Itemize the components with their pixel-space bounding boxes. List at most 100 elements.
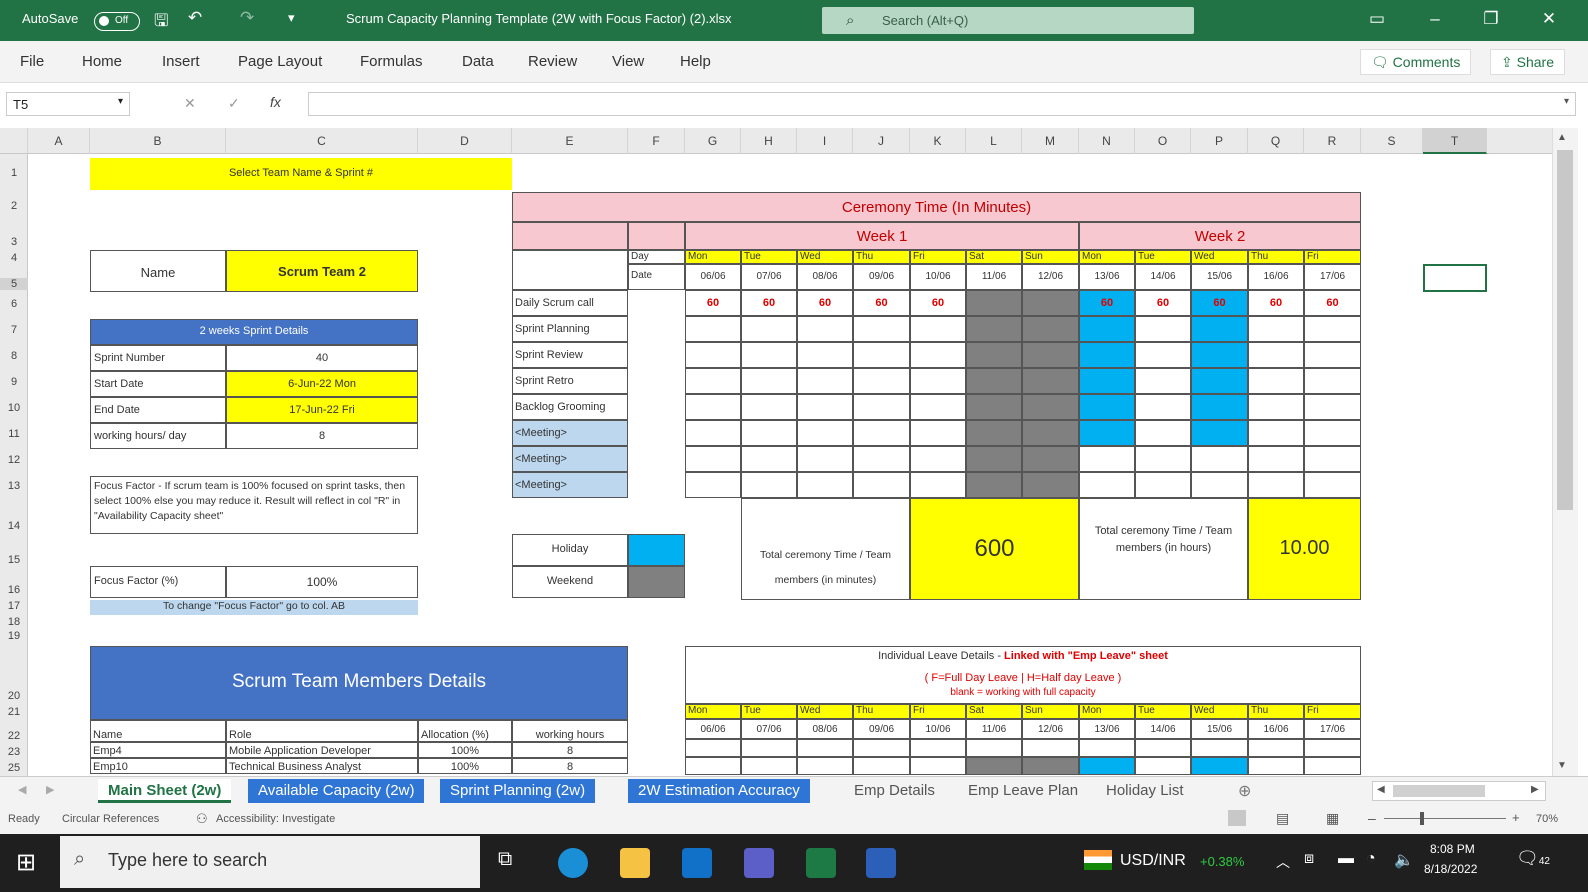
vertical-scrollbar[interactable]: ▲ ▼ <box>1552 128 1578 776</box>
sprint-number-value[interactable]: 40 <box>226 345 418 371</box>
row-header[interactable]: 21 <box>0 706 28 718</box>
edge-icon[interactable] <box>558 848 588 878</box>
ceremony-cell[interactable] <box>1304 368 1361 394</box>
tab-formulas[interactable]: Formulas <box>360 53 423 70</box>
ceremony-cell[interactable] <box>910 394 966 420</box>
tab-scroll-right-icon[interactable]: ▶ <box>46 783 54 796</box>
member-hours[interactable]: 8 <box>512 758 628 774</box>
ceremony-cell[interactable] <box>685 316 741 342</box>
row-header[interactable]: 12 <box>0 454 28 466</box>
ceremony-cell[interactable] <box>1191 446 1248 472</box>
row-header[interactable]: 15 <box>0 554 28 566</box>
undo-icon[interactable]: ↶ <box>188 8 202 28</box>
leave-cell[interactable] <box>797 739 853 757</box>
ceremony-cell[interactable] <box>853 342 910 368</box>
ceremony-cell[interactable] <box>1248 394 1304 420</box>
sheet-tab-sprint-planning[interactable]: Sprint Planning (2w) <box>440 779 596 803</box>
ceremony-cell[interactable]: 60 <box>1079 290 1135 316</box>
row-header[interactable]: 22 <box>0 730 28 742</box>
sheet-tab-emp-leave-plan[interactable]: Emp Leave Plan <box>958 779 1088 803</box>
tab-review[interactable]: Review <box>528 53 577 70</box>
zoom-slider-thumb[interactable] <box>1420 812 1424 825</box>
tray-app-icon[interactable]: ⧈ <box>1304 850 1314 868</box>
ceremony-cell[interactable] <box>1079 368 1135 394</box>
column-header[interactable]: E <box>512 128 628 154</box>
ceremony-cell[interactable] <box>741 316 797 342</box>
leave-cell[interactable] <box>1135 739 1191 757</box>
column-header[interactable]: R <box>1304 128 1361 154</box>
ceremony-cell[interactable] <box>1304 446 1361 472</box>
hscroll-thumb[interactable] <box>1393 785 1485 797</box>
add-sheet-icon[interactable]: ⊕ <box>1238 781 1251 801</box>
ceremony-cell[interactable] <box>910 472 966 498</box>
leave-cell[interactable] <box>1079 757 1135 775</box>
member-allocation[interactable]: 100% <box>418 742 512 758</box>
ceremony-cell[interactable] <box>1191 394 1248 420</box>
ceremony-cell[interactable]: 60 <box>741 290 797 316</box>
zoom-out-icon[interactable]: – <box>1368 810 1376 826</box>
ceremony-cell[interactable] <box>1135 342 1191 368</box>
column-header[interactable]: C <box>226 128 418 154</box>
leave-cell[interactable] <box>966 757 1022 775</box>
sheet-tab-main-sheet[interactable]: Main Sheet (2w) <box>98 779 232 803</box>
column-header[interactable]: I <box>797 128 853 154</box>
team-name-value[interactable]: Scrum Team 2 <box>226 250 418 292</box>
ceremony-cell[interactable] <box>1022 290 1079 316</box>
ceremony-cell[interactable] <box>1191 368 1248 394</box>
word-icon[interactable] <box>866 848 896 878</box>
ceremony-cell[interactable]: 60 <box>1191 290 1248 316</box>
currency-label[interactable]: USD/INR <box>1120 852 1186 870</box>
leave-cell[interactable] <box>1191 757 1248 775</box>
leave-cell[interactable] <box>1248 757 1304 775</box>
ceremony-cell[interactable] <box>1079 342 1135 368</box>
ceremony-cell[interactable] <box>1135 472 1191 498</box>
start-date-value[interactable]: 6-Jun-22 Mon <box>226 371 418 397</box>
ceremony-cell[interactable] <box>1079 394 1135 420</box>
ceremony-cell[interactable] <box>797 368 853 394</box>
sheet-tab-emp-details[interactable]: Emp Details <box>844 779 945 803</box>
outlook-icon[interactable] <box>682 848 712 878</box>
column-header[interactable]: L <box>966 128 1022 154</box>
row-header[interactable]: 11 <box>0 428 28 440</box>
expand-formula-icon[interactable]: ▾ <box>1564 96 1569 107</box>
meeting-label[interactable]: <Meeting> <box>512 472 628 498</box>
sheet-tab-available-capacity[interactable]: Available Capacity (2w) <box>248 779 425 803</box>
cancel-icon[interactable]: ✕ <box>184 95 196 112</box>
ceremony-cell[interactable] <box>741 368 797 394</box>
ceremony-cell[interactable] <box>1135 420 1191 446</box>
ceremony-cell[interactable] <box>966 472 1022 498</box>
row-header[interactable]: 18 <box>0 616 28 628</box>
leave-cell[interactable] <box>685 757 741 775</box>
ceremony-cell[interactable] <box>1022 342 1079 368</box>
tab-data[interactable]: Data <box>462 53 494 70</box>
leave-cell[interactable] <box>1191 739 1248 757</box>
row-header[interactable]: 6 <box>0 298 28 310</box>
ceremony-cell[interactable] <box>1304 472 1361 498</box>
ceremony-cell[interactable] <box>1248 420 1304 446</box>
ceremony-cell[interactable] <box>685 342 741 368</box>
ceremony-cell[interactable] <box>1022 394 1079 420</box>
column-header[interactable]: H <box>741 128 797 154</box>
ceremony-cell[interactable] <box>910 446 966 472</box>
column-header-selected[interactable]: T <box>1423 128 1487 154</box>
ceremony-cell[interactable] <box>966 342 1022 368</box>
row-header[interactable]: 8 <box>0 350 28 362</box>
zoom-in-icon[interactable]: + <box>1512 810 1520 825</box>
ceremony-cell[interactable] <box>853 472 910 498</box>
member-role[interactable]: Mobile Application Developer <box>226 742 418 758</box>
ceremony-cell[interactable] <box>966 446 1022 472</box>
scroll-right-icon[interactable]: ▶ <box>1531 784 1539 795</box>
ceremony-cell[interactable] <box>853 446 910 472</box>
meeting-label[interactable]: <Meeting> <box>512 420 628 446</box>
member-hours[interactable]: 8 <box>512 742 628 758</box>
ribbon-display-icon[interactable]: ▭ <box>1362 9 1392 29</box>
ceremony-cell[interactable] <box>1135 394 1191 420</box>
sheet-tab-estimation-accuracy[interactable]: 2W Estimation Accuracy <box>628 779 810 803</box>
ceremony-cell[interactable]: 60 <box>1304 290 1361 316</box>
redo-icon[interactable]: ↷ <box>240 8 254 28</box>
row-header[interactable]: 19 <box>0 630 28 642</box>
formula-input[interactable]: ▾ <box>308 92 1576 116</box>
ceremony-cell[interactable] <box>1304 316 1361 342</box>
working-hours-value[interactable]: 8 <box>226 423 418 449</box>
row-header[interactable]: 3 <box>0 236 28 248</box>
